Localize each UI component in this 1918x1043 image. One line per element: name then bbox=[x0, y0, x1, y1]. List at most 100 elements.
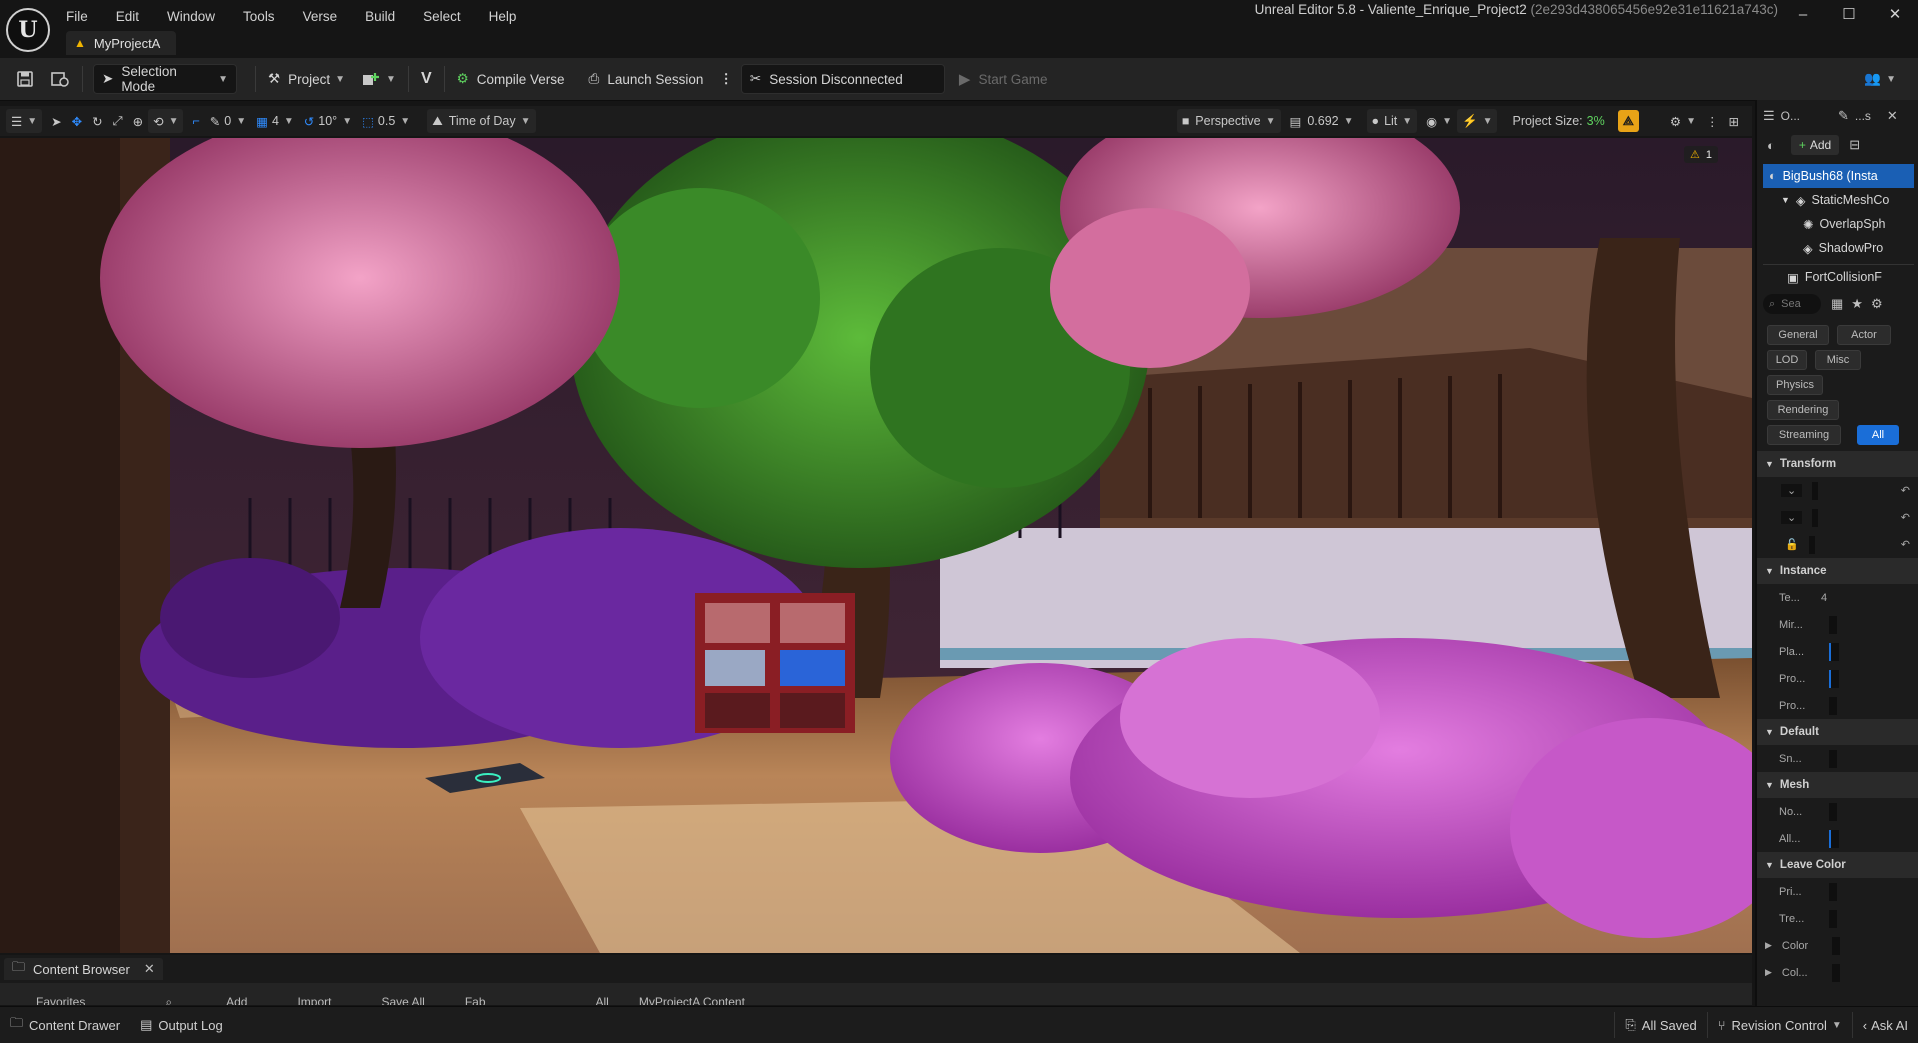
filter-rendering[interactable]: Rendering bbox=[1767, 400, 1839, 420]
filter-all[interactable]: All bbox=[1857, 425, 1899, 445]
project-dropdown[interactable]: ⚒ Project ▼ bbox=[260, 64, 353, 94]
prop-row[interactable]: Pla... bbox=[1757, 638, 1918, 665]
outliner-tab[interactable]: O... bbox=[1781, 109, 1800, 123]
more-options-icon[interactable]: ⋮ bbox=[711, 64, 741, 94]
viewport-more-icon[interactable]: ⋮ bbox=[1701, 109, 1724, 133]
prop-row[interactable]: Pro... bbox=[1757, 692, 1918, 719]
viewport-layout-icon[interactable]: ⊞ bbox=[1724, 109, 1744, 133]
perspective-dropdown[interactable]: ■ Perspective ▼ bbox=[1176, 109, 1281, 133]
prop-row[interactable]: No... bbox=[1757, 798, 1918, 825]
save-icon[interactable] bbox=[8, 64, 42, 94]
scale-tool-icon[interactable]: ⤢ bbox=[108, 109, 128, 133]
filter-misc[interactable]: Misc bbox=[1815, 350, 1861, 370]
prop-row[interactable]: Pro... bbox=[1757, 665, 1918, 692]
prop-row[interactable]: All... bbox=[1757, 825, 1918, 852]
filter-physics[interactable]: Physics bbox=[1767, 375, 1823, 395]
tree-item-shadow[interactable]: ◈ ShadowPro bbox=[1757, 236, 1918, 260]
fov-dropdown[interactable]: ▤ 0.692 ▼ bbox=[1285, 109, 1359, 133]
filter-actor[interactable]: Actor bbox=[1837, 325, 1891, 345]
breadcrumb-all[interactable]: All bbox=[596, 995, 609, 1005]
viewport-settings-icon[interactable]: ⚙ ▼ bbox=[1665, 109, 1701, 133]
launch-session-button[interactable]: ⎙ Launch Session bbox=[581, 64, 712, 94]
tree-item-collision[interactable]: ▣ FortCollisionF bbox=[1757, 265, 1918, 289]
save-all-button[interactable]: Save All bbox=[381, 995, 424, 1005]
menu-verse[interactable]: Verse bbox=[303, 9, 338, 24]
show-flags-dropdown[interactable]: ◉ ▼ bbox=[1421, 109, 1457, 133]
filter-lod[interactable]: LOD bbox=[1767, 350, 1807, 370]
multiplayer-icon[interactable]: 👥 ▼ bbox=[1856, 64, 1904, 94]
revision-control-button[interactable]: ⑂ Revision Control ▼ bbox=[1706, 1012, 1852, 1038]
select-tool-icon[interactable]: ➤ bbox=[46, 109, 66, 133]
tree-item-root[interactable]: ◐ BigBush68 (Insta bbox=[1763, 164, 1914, 188]
filter-general[interactable]: General bbox=[1767, 325, 1829, 345]
location-snap[interactable]: ✎ 0 ▼ bbox=[205, 109, 251, 133]
angle-snap[interactable]: ↺ 10° ▼ bbox=[299, 109, 357, 133]
table-view-icon[interactable]: ▦ bbox=[1831, 296, 1843, 312]
menu-build[interactable]: Build bbox=[365, 9, 395, 24]
project-tab[interactable]: ▲ MyProjectA bbox=[66, 31, 177, 55]
section-mesh[interactable]: ▼ Mesh bbox=[1757, 772, 1918, 798]
import-button[interactable]: Import bbox=[297, 995, 331, 1005]
prop-row[interactable]: ▶ Color bbox=[1757, 932, 1918, 959]
viewport-options-icon[interactable]: ☰ ▼ bbox=[6, 109, 43, 133]
reset-icon[interactable]: ↶ bbox=[1901, 538, 1910, 551]
details-settings-icon[interactable]: ⚙ bbox=[1871, 296, 1883, 312]
breadcrumb-content[interactable]: MyProjectA Content bbox=[639, 995, 745, 1005]
menu-file[interactable]: File bbox=[66, 9, 88, 24]
ask-ai-button[interactable]: ‹ Ask AI bbox=[1851, 1012, 1918, 1038]
unreal-logo-icon[interactable]: U bbox=[6, 8, 50, 52]
section-default[interactable]: ▼ Default bbox=[1757, 719, 1918, 745]
filter-streaming[interactable]: Streaming bbox=[1767, 425, 1841, 445]
level-viewport[interactable]: ⚠ 1 bbox=[0, 138, 1752, 953]
surface-snap-icon[interactable]: ⌐ bbox=[187, 109, 204, 133]
start-game-button[interactable]: ▶ Start Game bbox=[951, 64, 1056, 94]
move-tool-icon[interactable]: ✥ bbox=[67, 109, 87, 133]
rotate-tool-icon[interactable]: ↻ bbox=[87, 109, 107, 133]
verse-icon[interactable]: V bbox=[413, 64, 440, 94]
output-log-button[interactable]: ▤ Output Log bbox=[130, 1012, 233, 1038]
scale-snap[interactable]: ⬚ 0.5 ▼ bbox=[357, 109, 415, 133]
grid-snap[interactable]: ▦ 4 ▼ bbox=[251, 109, 299, 133]
section-transform[interactable]: ▼ Transform bbox=[1757, 451, 1918, 477]
tree-item-overlap[interactable]: ✺ OverlapSph bbox=[1757, 212, 1918, 236]
content-browser-tab[interactable]: 🗀 Content Browser ✕ bbox=[4, 958, 163, 980]
session-status[interactable]: ✂ Session Disconnected bbox=[740, 64, 945, 94]
prop-row[interactable]: ▶ Col... bbox=[1757, 959, 1918, 986]
time-of-day-dropdown[interactable]: ⛰ Time of Day ▼ bbox=[427, 109, 536, 133]
prop-row[interactable]: Sn... bbox=[1757, 745, 1918, 772]
minimize-icon[interactable]: – bbox=[1780, 6, 1826, 23]
performance-dropdown[interactable]: ⚡ ▼ bbox=[1457, 109, 1498, 133]
all-saved-button[interactable]: ⎘ All Saved bbox=[1614, 1012, 1706, 1038]
lock-icon[interactable]: 🔓 bbox=[1785, 538, 1799, 551]
add-actor-dropdown[interactable]: ▼ bbox=[353, 64, 404, 94]
menu-window[interactable]: Window bbox=[167, 9, 215, 24]
details-search-input[interactable]: ⌕ Sea bbox=[1763, 294, 1821, 314]
reset-icon[interactable]: ↶ bbox=[1901, 511, 1910, 524]
content-browser-icon[interactable] bbox=[42, 64, 78, 94]
prop-row[interactable]: Te... 4 bbox=[1757, 584, 1918, 611]
menu-edit[interactable]: Edit bbox=[116, 9, 139, 24]
maximize-icon[interactable]: ☐ bbox=[1826, 5, 1872, 23]
dropdown-icon[interactable]: ⌄ bbox=[1781, 511, 1803, 524]
dropdown-icon[interactable]: ⌄ bbox=[1781, 484, 1803, 497]
add-button[interactable]: Add bbox=[226, 995, 247, 1005]
world-local-icon[interactable]: ⊕ bbox=[128, 109, 148, 133]
prop-row[interactable]: Pri... bbox=[1757, 878, 1918, 905]
close-panel-icon[interactable]: ✕ bbox=[1887, 108, 1898, 124]
section-instance[interactable]: ▼ Instance bbox=[1757, 558, 1918, 584]
menu-help[interactable]: Help bbox=[489, 9, 517, 24]
viewport-warning-badge[interactable]: ⚠ 1 bbox=[1684, 146, 1718, 163]
lit-dropdown[interactable]: ● Lit ▼ bbox=[1366, 109, 1418, 133]
prop-row[interactable]: Tre... bbox=[1757, 905, 1918, 932]
close-tab-icon[interactable]: ✕ bbox=[144, 961, 155, 977]
blueprint-icon[interactable]: ⊟ bbox=[1849, 137, 1860, 153]
scalability-warning-icon[interactable]: ⟁ bbox=[1617, 110, 1639, 132]
favorite-star-icon[interactable]: ★ bbox=[1851, 296, 1863, 312]
search-icon[interactable]: ⌕ bbox=[165, 995, 172, 1005]
rotate-snap-dropdown[interactable]: ⟲ ▼ bbox=[148, 109, 184, 133]
add-component-button[interactable]: + Add bbox=[1790, 135, 1840, 155]
reset-icon[interactable]: ↶ bbox=[1901, 484, 1910, 497]
tree-item-static-mesh[interactable]: ▼ ◈ StaticMeshCo bbox=[1757, 188, 1918, 212]
menu-select[interactable]: Select bbox=[423, 9, 461, 24]
menu-tools[interactable]: Tools bbox=[243, 9, 275, 24]
